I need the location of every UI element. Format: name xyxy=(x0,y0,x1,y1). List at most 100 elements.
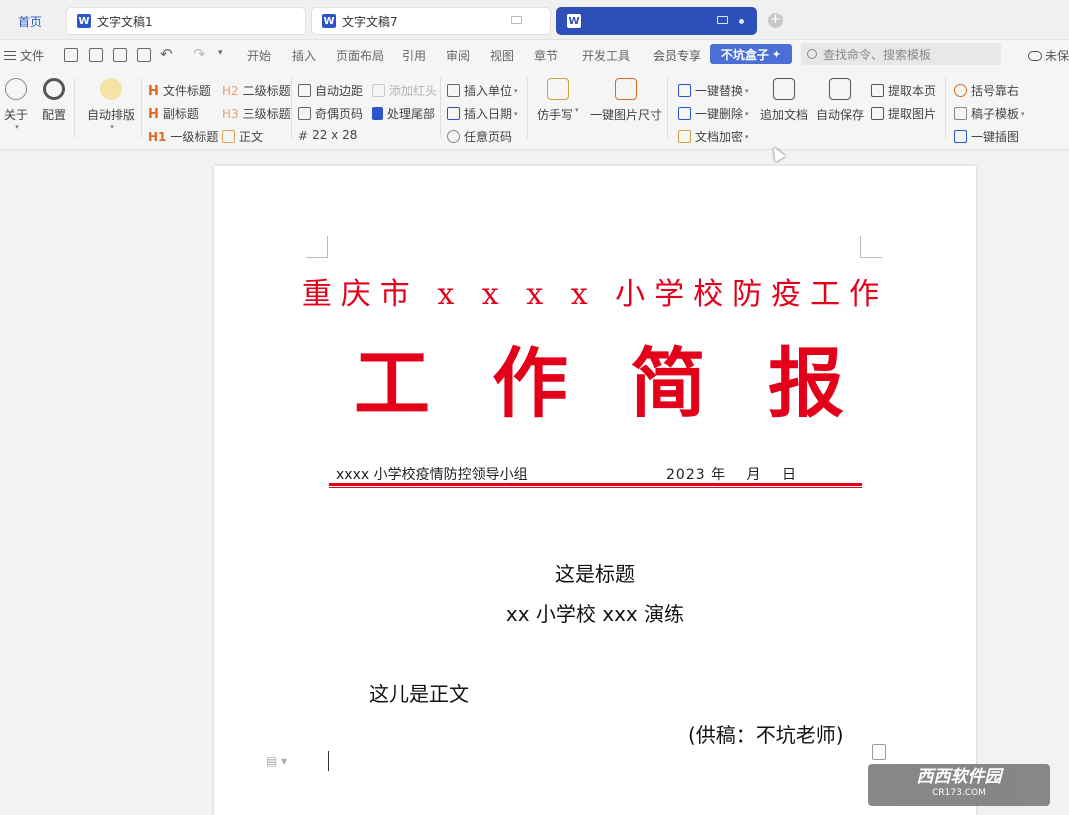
odd-even-page-button[interactable]: 奇偶页码 xyxy=(298,105,363,122)
bracket-right-button[interactable]: 括号靠右 xyxy=(954,82,1019,99)
divider xyxy=(527,78,528,138)
print-preview-icon[interactable] xyxy=(137,48,151,62)
subtitle-button[interactable]: H 副标题 xyxy=(148,105,199,122)
red-head-title[interactable]: 重庆市 x x x x 小学校防疫工作 xyxy=(214,269,976,313)
menu-view[interactable]: 视图 xyxy=(490,47,514,64)
chevron-down-icon: ▾ xyxy=(745,132,749,141)
auto-save-button[interactable]: 自动保存 xyxy=(816,78,864,123)
h2-button[interactable]: H2 二级标题 xyxy=(222,82,291,99)
new-tab-button[interactable]: + xyxy=(768,13,783,28)
bracket-right-label: 括号靠右 xyxy=(971,84,1020,98)
search-icon xyxy=(807,49,817,59)
tab-doc7[interactable]: W 文字文稿7 xyxy=(311,7,551,35)
encrypt-label: 文档加密 xyxy=(695,130,744,144)
site-watermark: 西西软件园 CR173.COM xyxy=(868,764,1050,806)
bracket-icon xyxy=(954,84,967,97)
menu-references[interactable]: 引用 xyxy=(402,47,426,64)
menu-developer[interactable]: 开发工具 xyxy=(582,47,630,64)
document-page[interactable]: 重庆市 x x x x 小学校防疫工作 工 作 简 报 xxxx 小学校疫情防控… xyxy=(214,166,976,815)
export-pdf-icon[interactable] xyxy=(89,48,103,62)
template-label: 稿子模板 xyxy=(971,107,1020,121)
menu-start[interactable]: 开始 xyxy=(247,47,271,64)
append-doc-button[interactable]: 追加文档 xyxy=(760,78,808,123)
print-icon[interactable] xyxy=(113,48,127,62)
tab-bar: 首页 W 文字文稿1 W 文字文稿7 W + xyxy=(0,0,1069,40)
chevron-down-icon: ▾ xyxy=(1021,109,1025,118)
replace-label: 一键替换 xyxy=(695,84,744,98)
auto-layout-label: 自动排版 xyxy=(87,108,136,122)
template-button[interactable]: 稿子模板 ▾ xyxy=(954,105,1025,122)
undo-icon[interactable]: ↶ xyxy=(160,45,173,63)
config-button[interactable]: 配置 xyxy=(42,78,66,123)
h2-label: 二级标题 xyxy=(242,84,291,98)
body-text-button[interactable]: 正文 xyxy=(222,128,263,145)
auto-layout-button[interactable]: 自动排版 ▾ xyxy=(87,78,135,131)
process-tail-button[interactable]: 处理尾部 xyxy=(372,105,435,122)
doc-credit[interactable]: (供稿：不坑老师) xyxy=(688,719,844,748)
menu-page-layout[interactable]: 页面布局 xyxy=(336,47,384,64)
auto-save-icon xyxy=(829,78,851,100)
quick-access-dropdown-icon[interactable]: ▾ xyxy=(218,48,223,58)
imitate-handwriting-button[interactable]: 仿手写 ▾ xyxy=(537,78,579,123)
chevron-down-icon: ▾ xyxy=(15,123,19,131)
doc-title-label: 文件标题 xyxy=(162,84,211,98)
chevron-down-icon: ▾ xyxy=(514,86,518,95)
image-size-button[interactable]: 一键图片尺寸 xyxy=(590,78,662,123)
watermark-url: CR173.COM xyxy=(932,788,986,798)
paragraph-options-icon[interactable]: ▤ ▾ xyxy=(266,754,287,768)
insert-date-button[interactable]: 插入日期 ▾ xyxy=(447,105,518,122)
save-icon[interactable] xyxy=(64,48,78,62)
red-head-main-title[interactable]: 工 作 简 报 xyxy=(354,344,844,424)
heading-h-icon: H xyxy=(148,84,159,99)
search-placeholder: 查找命令、搜索模板 xyxy=(823,47,932,62)
add-red-head-button[interactable]: 添加红头 xyxy=(372,82,437,99)
issue-date[interactable]: 2023 年 月 日 xyxy=(666,464,797,484)
one-click-replace-button[interactable]: 一键替换 ▾ xyxy=(678,82,749,99)
doc-encrypt-button[interactable]: 文档加密 ▾ xyxy=(678,128,749,145)
grid-button[interactable]: #22 x 28 xyxy=(298,128,357,143)
page-circle-icon xyxy=(447,130,460,143)
append-doc-label: 追加文档 xyxy=(760,108,809,122)
monitor-icon xyxy=(511,16,522,24)
red-head-label: 添加红头 xyxy=(389,84,438,98)
command-search[interactable]: 查找命令、搜索模板 xyxy=(801,43,1001,65)
one-click-delete-button[interactable]: 一键删除 ▾ xyxy=(678,105,749,122)
paste-options-icon[interactable] xyxy=(872,744,886,760)
about-button[interactable]: 关于 ▾ xyxy=(4,78,28,131)
auto-save-label: 自动保存 xyxy=(816,108,865,122)
any-page-number-button[interactable]: 任意页码 xyxy=(447,128,512,145)
lightbulb-icon xyxy=(100,78,122,100)
tab-doc1-label: 文字文稿1 xyxy=(97,14,153,29)
delete-icon xyxy=(678,107,691,120)
tab-home[interactable]: 首页 xyxy=(2,7,58,35)
doc-title-button[interactable]: H 文件标题 xyxy=(148,82,211,99)
divider xyxy=(440,78,441,138)
h3-button[interactable]: H3 三级标题 xyxy=(222,105,291,122)
cloud-status[interactable]: 未保 xyxy=(1028,47,1069,64)
margin-mark xyxy=(860,236,882,258)
extract-image-button[interactable]: 提取图片 xyxy=(871,105,936,122)
menu-review[interactable]: 审阅 xyxy=(446,47,470,64)
menu-plugin-tab[interactable]: 不坑盒子 ✦ xyxy=(710,44,792,64)
menu-chapter[interactable]: 章节 xyxy=(534,47,558,64)
menu-insert[interactable]: 插入 xyxy=(292,47,316,64)
doc-body[interactable]: 这儿是正文 xyxy=(369,678,469,707)
doc-heading[interactable]: 这是标题 xyxy=(214,558,976,587)
tab-doc7-label: 文字文稿7 xyxy=(342,14,398,29)
doc-subheading[interactable]: xx 小学校 xxx 演练 xyxy=(214,598,976,627)
auto-margin-button[interactable]: 自动边距 xyxy=(298,82,363,99)
insert-chart-button[interactable]: 一键插图 xyxy=(954,128,1019,145)
insert-unit-button[interactable]: 插入单位 ▾ xyxy=(447,82,518,99)
extract-page-button[interactable]: 提取本页 xyxy=(871,82,936,99)
issuing-org[interactable]: xxxx 小学校疫情防控领导小组 xyxy=(336,464,528,484)
menu-vip[interactable]: 会员专享 xyxy=(653,47,701,64)
redo-icon[interactable]: ↷ xyxy=(193,45,206,63)
heading-h1-icon: H1 xyxy=(148,130,167,144)
cloud-status-label: 未保 xyxy=(1045,49,1069,63)
file-menu[interactable]: 文件 xyxy=(4,47,44,64)
tab-doc1[interactable]: W 文字文稿1 xyxy=(66,7,306,35)
tab-active-doc[interactable]: W xyxy=(556,7,757,35)
image-icon xyxy=(615,78,637,100)
h1-button[interactable]: H1 一级标题 xyxy=(148,128,218,145)
unit-icon xyxy=(447,84,460,97)
